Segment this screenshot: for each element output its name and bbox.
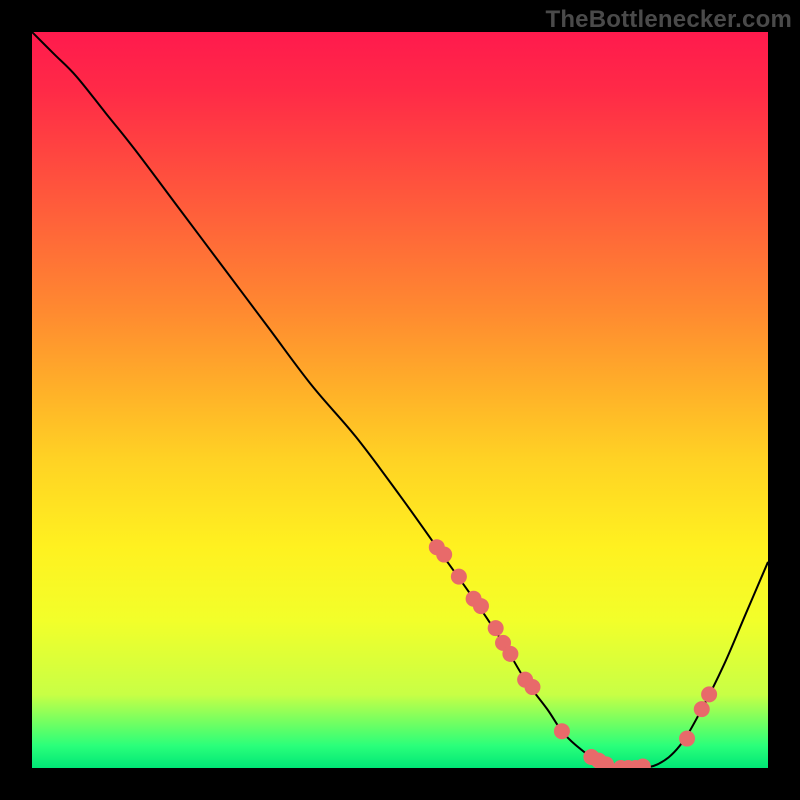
data-marker: [701, 686, 717, 702]
data-marker: [436, 547, 452, 563]
data-marker: [502, 646, 518, 662]
chart-container: TheBottlenecker.com: [0, 0, 800, 800]
data-marker: [554, 723, 570, 739]
data-marker: [613, 760, 629, 768]
data-marker: [620, 760, 636, 768]
data-marker: [466, 591, 482, 607]
curve-svg: [32, 32, 768, 768]
data-marker: [635, 759, 651, 768]
data-marker: [473, 598, 489, 614]
data-marker: [488, 620, 504, 636]
data-markers: [429, 539, 717, 768]
data-marker: [429, 539, 445, 555]
data-marker: [679, 731, 695, 747]
data-marker: [583, 749, 599, 765]
data-marker: [495, 635, 511, 651]
watermark: TheBottlenecker.com: [545, 6, 792, 34]
data-marker: [628, 760, 644, 768]
data-marker: [451, 569, 467, 585]
data-marker: [591, 753, 607, 768]
plot-area: [32, 32, 768, 768]
data-marker: [694, 701, 710, 717]
data-marker: [517, 672, 533, 688]
data-marker: [524, 679, 540, 695]
bottleneck-curve: [32, 32, 768, 768]
data-marker: [598, 756, 614, 768]
